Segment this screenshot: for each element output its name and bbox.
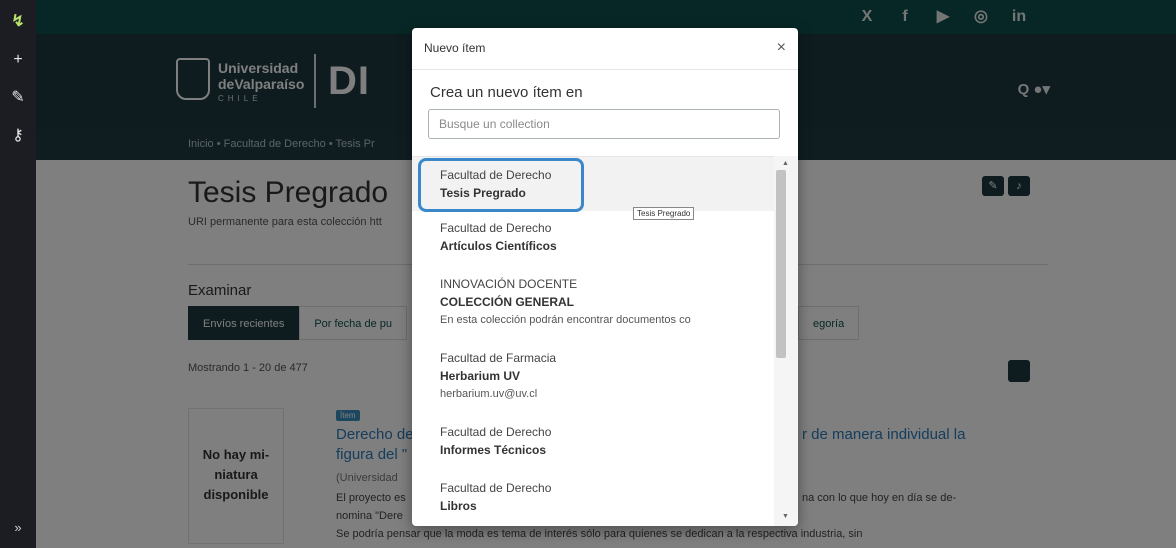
key-icon[interactable]: ⚷ [6,124,30,148]
collection-option-articulos[interactable]: Facultad de Derecho Artículos Científico… [412,219,774,267]
dialog-title: Nuevo ítem [424,41,486,55]
collection-option-informes[interactable]: Facultad de Derecho Informes Técnicos [412,423,774,471]
collection-list: Facultad de Derecho Tesis Pregrado Facul… [412,156,774,526]
close-icon[interactable]: × [777,39,786,57]
dspace-logo-icon[interactable]: ↯ [6,10,30,34]
plus-icon[interactable]: + [6,48,30,72]
expand-sidebar-icon[interactable]: » [6,520,30,540]
scroll-down-icon[interactable]: ▼ [782,513,789,520]
collection-search-input[interactable] [428,109,780,139]
list-scrollbar[interactable]: ▲ ▼ [774,156,798,526]
scroll-up-icon[interactable]: ▲ [782,160,789,167]
collection-option-coleccion-general[interactable]: INNOVACIÓN DOCENTE COLECCIÓN GENERAL En … [412,275,774,335]
dialog-subtitle: Crea un nuevo ítem en [430,84,583,101]
new-item-dialog: Nuevo ítem × Crea un nuevo ítem en Facul… [412,28,798,526]
admin-sidebar: ↯ + ✎ ⚷ » [0,0,36,548]
scrollbar-thumb[interactable] [776,170,786,358]
tooltip: Tesis Pregrado [633,207,695,220]
dialog-header: Nuevo ítem × [412,28,798,70]
collection-option-libros[interactable]: Facultad de Derecho Libros [412,479,774,526]
collection-option-herbarium[interactable]: Facultad de Farmacia Herbarium UV herbar… [412,349,774,409]
pencil-icon[interactable]: ✎ [6,86,30,110]
collection-option-tesis-pregrado[interactable]: Facultad de Derecho Tesis Pregrado [412,157,774,211]
